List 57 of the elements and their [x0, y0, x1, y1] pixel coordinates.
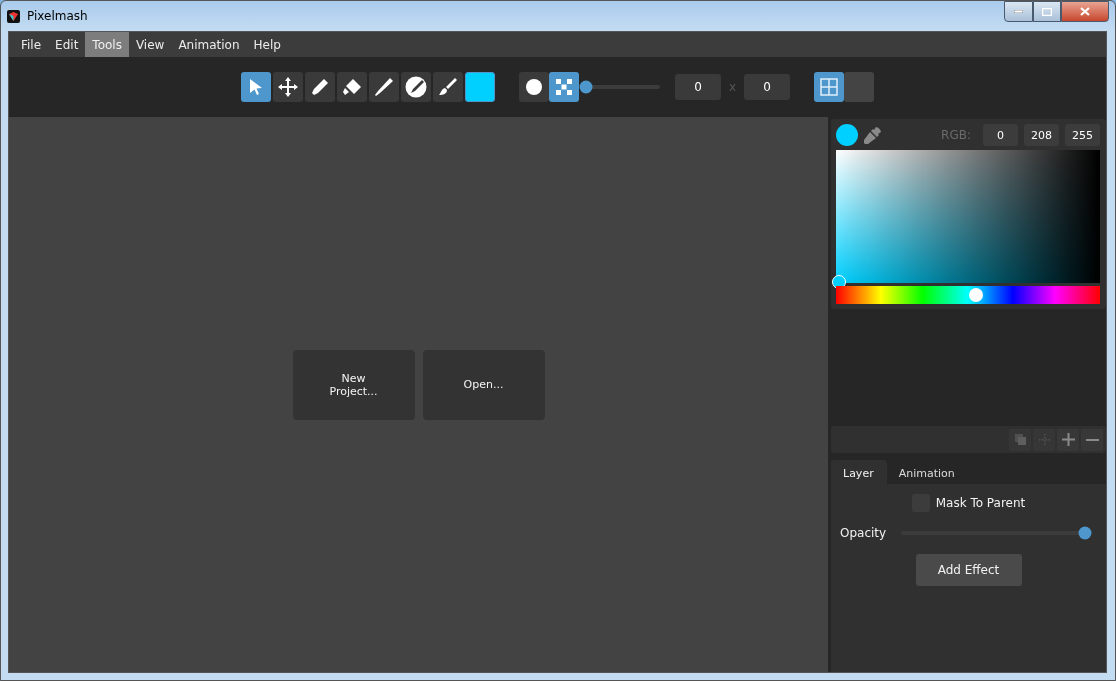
- dotted-cross-icon: [1038, 434, 1050, 445]
- checker-icon: [556, 79, 572, 95]
- menu-item[interactable]: Animation: [171, 32, 247, 57]
- brush-circle-icon: [405, 76, 427, 98]
- hue-slider[interactable]: [836, 286, 1100, 304]
- opacity-label: Opacity: [840, 526, 887, 540]
- slider-thumb[interactable]: [579, 80, 593, 94]
- close-button[interactable]: [1061, 1, 1109, 22]
- rgb-label: RGB:: [941, 128, 971, 143]
- menu-item[interactable]: Edit: [48, 32, 86, 57]
- menu-item[interactable]: View: [128, 32, 172, 57]
- paintbrush-icon: [439, 78, 457, 96]
- layer-action-button[interactable]: [1057, 428, 1079, 451]
- window-title: Pixelmash: [27, 9, 88, 23]
- tool-button[interactable]: [369, 72, 399, 102]
- tool-button[interactable]: [433, 72, 463, 102]
- eraser-icon: [342, 78, 362, 96]
- width-field[interactable]: 0: [675, 74, 721, 100]
- maximize-button[interactable]: [1033, 1, 1061, 22]
- menu-item[interactable]: File: [14, 32, 49, 57]
- menu-item[interactable]: Tools: [85, 32, 129, 57]
- start-action-button[interactable]: Open...: [422, 349, 545, 420]
- color-swatch[interactable]: [465, 72, 495, 102]
- pencil-icon: [311, 78, 329, 96]
- checkbox-label: Mask To Parent: [935, 496, 1026, 510]
- rgb-value-field[interactable]: 208: [1024, 124, 1059, 147]
- tool-button[interactable]: [337, 72, 367, 102]
- move-arrows-icon: [278, 77, 298, 97]
- brush-shape-button[interactable]: [519, 72, 549, 102]
- plus-icon: [1061, 433, 1075, 446]
- start-action-button[interactable]: New Project...: [292, 349, 415, 420]
- layer-action-button[interactable]: [1081, 428, 1103, 451]
- tool-button[interactable]: [305, 72, 335, 102]
- duplicate-icon: [1014, 434, 1026, 445]
- hue-thumb[interactable]: [968, 288, 983, 303]
- app-logo-icon: [7, 9, 20, 23]
- pointer-icon: [249, 79, 263, 95]
- color-thumb[interactable]: [832, 275, 846, 290]
- grid-icon: [820, 78, 839, 96]
- add-effect-button[interactable]: Add Effect: [915, 554, 1022, 586]
- pen-icon: [375, 78, 393, 96]
- close-icon: [1080, 7, 1090, 16]
- view-mode-button[interactable]: [814, 72, 845, 102]
- minus-icon: [1085, 438, 1099, 441]
- minimize-button[interactable]: [1004, 1, 1033, 22]
- menu-item[interactable]: Help: [246, 32, 288, 57]
- eyedropper-icon[interactable]: [864, 126, 881, 144]
- slider-thumb[interactable]: [1078, 526, 1092, 540]
- tool-button[interactable]: [273, 72, 303, 102]
- maximize-icon: [1042, 7, 1052, 16]
- rgb-value-field[interactable]: 0: [983, 124, 1018, 147]
- minimize-icon: [1014, 10, 1023, 13]
- rgb-value-field[interactable]: 255: [1065, 124, 1100, 147]
- tool-button[interactable]: [401, 72, 431, 102]
- height-field[interactable]: 0: [744, 74, 791, 100]
- circle-icon: [526, 79, 542, 95]
- panel-tab[interactable]: Layer: [831, 460, 887, 484]
